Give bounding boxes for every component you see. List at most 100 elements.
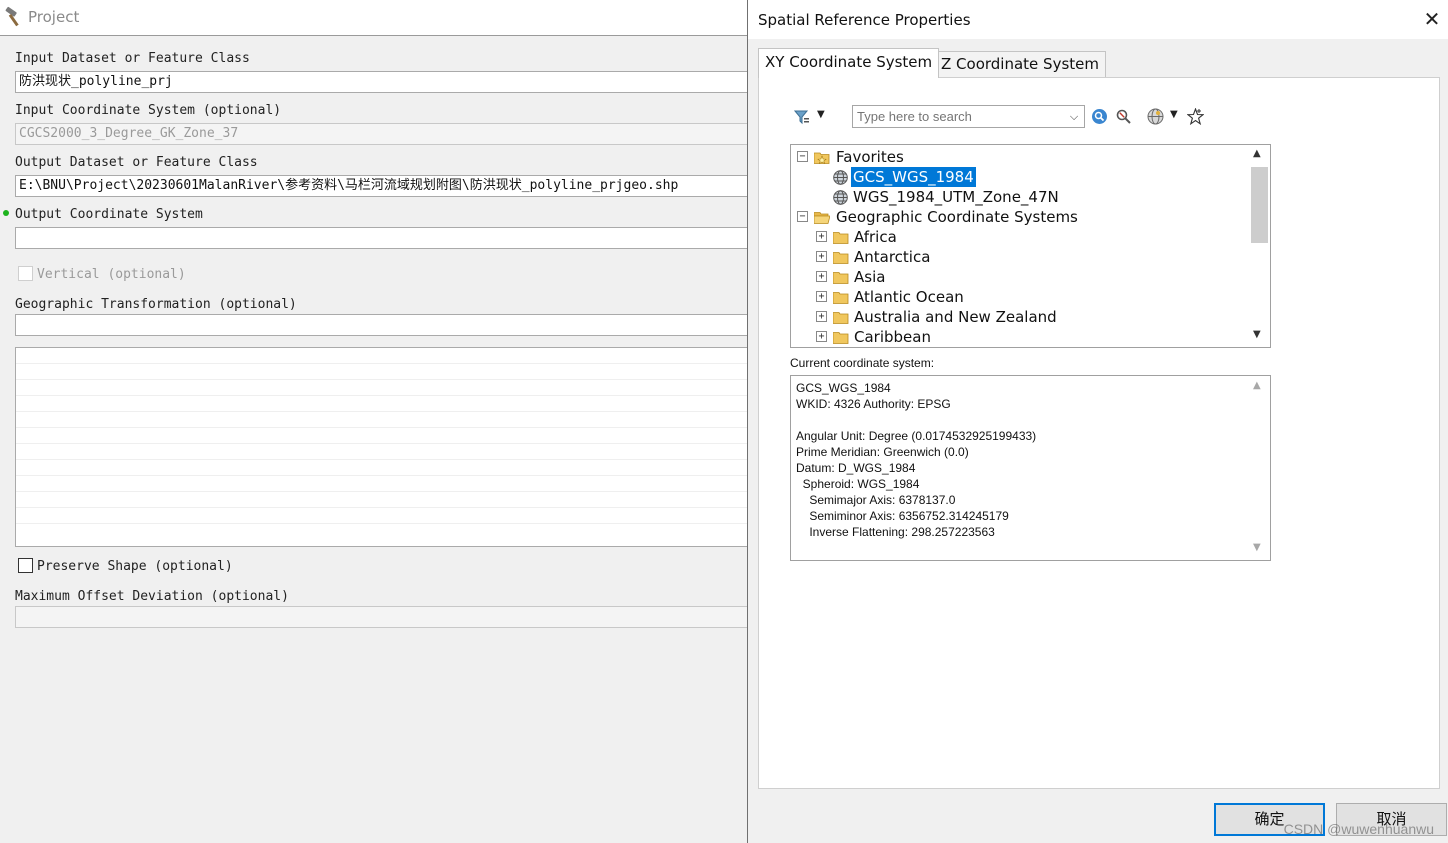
tree-node-gcs-wgs-1984[interactable]: GCS_WGS_1984 xyxy=(833,166,1133,188)
current-cs-details[interactable]: GCS_WGS_1984 WKID: 4326 Authority: EPSG … xyxy=(790,375,1271,561)
dialog-title: Spatial Reference Properties xyxy=(758,11,971,29)
cancel-button[interactable]: 取消 xyxy=(1336,803,1447,836)
tree-label: WGS_1984_UTM_Zone_47N xyxy=(853,188,1059,206)
tree-node-wgs-1984-utm-zone-47n[interactable]: WGS_1984_UTM_Zone_47N xyxy=(833,187,1133,207)
expand-icon[interactable]: + xyxy=(816,271,827,282)
tree-label: Geographic Coordinate Systems xyxy=(836,208,1078,226)
tree-label: Australia and New Zealand xyxy=(854,308,1057,326)
tree-node-antarctica[interactable]: + Antarctica xyxy=(816,247,1116,267)
collapse-icon[interactable]: − xyxy=(797,151,808,162)
folder-icon xyxy=(833,252,849,264)
hammer-icon xyxy=(5,6,19,27)
vertical-label: Vertical (optional) xyxy=(37,267,186,282)
output-cs-label: Output Coordinate System xyxy=(15,207,203,222)
tree-node-australia-and-new-zealand[interactable]: + Australia and New Zealand xyxy=(816,307,1136,327)
tree-label: Asia xyxy=(854,268,886,286)
globe-icon xyxy=(833,170,848,185)
list-item xyxy=(16,508,755,524)
geo-transform-field[interactable] xyxy=(15,314,755,336)
folder-icon xyxy=(833,332,849,344)
tree-scrollbar[interactable]: ▲ ▼ xyxy=(1250,145,1270,347)
scroll-thumb[interactable] xyxy=(1251,167,1268,243)
tree-node-atlantic-ocean[interactable]: + Atlantic Ocean xyxy=(816,287,1116,307)
list-item xyxy=(16,444,755,460)
folder-icon xyxy=(833,272,849,284)
scroll-down-icon[interactable]: ▼ xyxy=(1253,542,1261,553)
tree-label-selected: GCS_WGS_1984 xyxy=(850,166,977,188)
list-item xyxy=(16,396,755,412)
dialog-titlebar: Spatial Reference Properties ✕ xyxy=(748,0,1448,39)
output-dataset-label: Output Dataset or Feature Class xyxy=(15,155,258,170)
max-offset-label: Maximum Offset Deviation (optional) xyxy=(15,589,289,604)
list-item xyxy=(16,476,755,492)
list-item xyxy=(16,492,755,508)
tree-node-africa[interactable]: + Africa xyxy=(816,227,1116,247)
max-offset-field xyxy=(15,606,755,628)
tab-xy-coordinate-system[interactable]: XY Coordinate System xyxy=(758,48,940,78)
current-cs-label: Current coordinate system: xyxy=(790,356,935,370)
search-dropdown-icon[interactable]: ⌵ xyxy=(1065,106,1083,127)
list-item xyxy=(16,380,755,396)
list-item xyxy=(16,460,755,476)
tree-label: Atlantic Ocean xyxy=(854,288,964,306)
folder-icon xyxy=(833,232,849,244)
input-cs-field: CGCS2000_3_Degree_GK_Zone_37 xyxy=(15,123,755,145)
details-scrollbar[interactable]: ▲ ▼ xyxy=(1250,376,1270,560)
clear-search-icon[interactable] xyxy=(1115,108,1132,125)
close-icon[interactable]: ✕ xyxy=(1420,7,1444,31)
tree-node-favorites[interactable]: − Favorites xyxy=(797,147,1097,167)
geo-transform-label: Geographic Transformation (optional) xyxy=(15,297,297,312)
input-dataset-label: Input Dataset or Feature Class xyxy=(15,51,250,66)
list-item xyxy=(16,348,755,364)
filter-dropdown-icon[interactable]: ▼ xyxy=(817,109,825,120)
tree-label: Caribbean xyxy=(854,328,931,346)
scroll-up-icon[interactable]: ▲ xyxy=(1253,148,1261,159)
tool-title: Project xyxy=(28,8,80,26)
tab-z-coordinate-system[interactable]: Z Coordinate System xyxy=(934,51,1106,77)
list-item xyxy=(16,428,755,444)
coordinate-system-tree[interactable]: − Favorites GCS_WGS_1984 WGS_1984_UTM_Zo… xyxy=(790,144,1271,348)
project-tool-window: Project Input Dataset or Feature Class 防… xyxy=(0,0,755,843)
tree-label: Favorites xyxy=(836,148,904,166)
current-cs-text: GCS_WGS_1984 WKID: 4326 Authority: EPSG … xyxy=(796,381,1037,539)
tree-node-geographic-coordinate-systems[interactable]: − Geographic Coordinate Systems xyxy=(797,207,1117,227)
tree-label: Africa xyxy=(854,228,897,246)
preserve-shape-checkbox[interactable] xyxy=(18,558,33,573)
expand-icon[interactable]: + xyxy=(816,291,827,302)
add-favorite-icon[interactable] xyxy=(1187,108,1204,125)
tree-node-caribbean[interactable]: + Caribbean xyxy=(816,327,1116,347)
folder-open-icon xyxy=(814,212,830,224)
list-item xyxy=(16,412,755,428)
globe-icon[interactable] xyxy=(1147,108,1164,125)
scroll-down-icon[interactable]: ▼ xyxy=(1253,329,1261,340)
folder-icon xyxy=(833,312,849,324)
tool-titlebar: Project xyxy=(0,0,748,36)
input-dataset-field[interactable]: 防洪现状_polyline_prj xyxy=(15,71,755,93)
search-input[interactable] xyxy=(852,105,1085,128)
favorites-folder-icon xyxy=(814,152,830,164)
spatial-reference-dialog: Spatial Reference Properties ✕ XY Coordi… xyxy=(747,0,1448,843)
expand-icon[interactable]: + xyxy=(816,331,827,342)
preserve-shape-label: Preserve Shape (optional) xyxy=(37,559,233,574)
geo-transform-list[interactable] xyxy=(15,347,755,547)
scroll-up-icon[interactable]: ▲ xyxy=(1253,380,1261,391)
xy-tab-panel: ▼ ⌵ ▼ − Favorites xyxy=(758,77,1440,789)
globe-icon xyxy=(833,190,848,205)
filter-icon[interactable] xyxy=(794,109,810,125)
output-dataset-field[interactable]: E:\BNU\Project\20230601MalanRiver\参考资料\马… xyxy=(15,175,755,197)
input-cs-label: Input Coordinate System (optional) xyxy=(15,103,282,118)
folder-icon xyxy=(833,292,849,304)
tree-label: Antarctica xyxy=(854,248,931,266)
globe-dropdown-icon[interactable]: ▼ xyxy=(1170,109,1178,120)
ok-button[interactable]: 确定 xyxy=(1214,803,1325,836)
vertical-checkbox[interactable] xyxy=(18,266,33,281)
search-icon[interactable] xyxy=(1091,108,1108,125)
required-indicator-icon xyxy=(3,210,9,216)
output-cs-field[interactable] xyxy=(15,227,755,249)
expand-icon[interactable]: + xyxy=(816,311,827,322)
list-item xyxy=(16,364,755,380)
collapse-icon[interactable]: − xyxy=(797,211,808,222)
expand-icon[interactable]: + xyxy=(816,231,827,242)
tree-node-asia[interactable]: + Asia xyxy=(816,267,1116,287)
expand-icon[interactable]: + xyxy=(816,251,827,262)
